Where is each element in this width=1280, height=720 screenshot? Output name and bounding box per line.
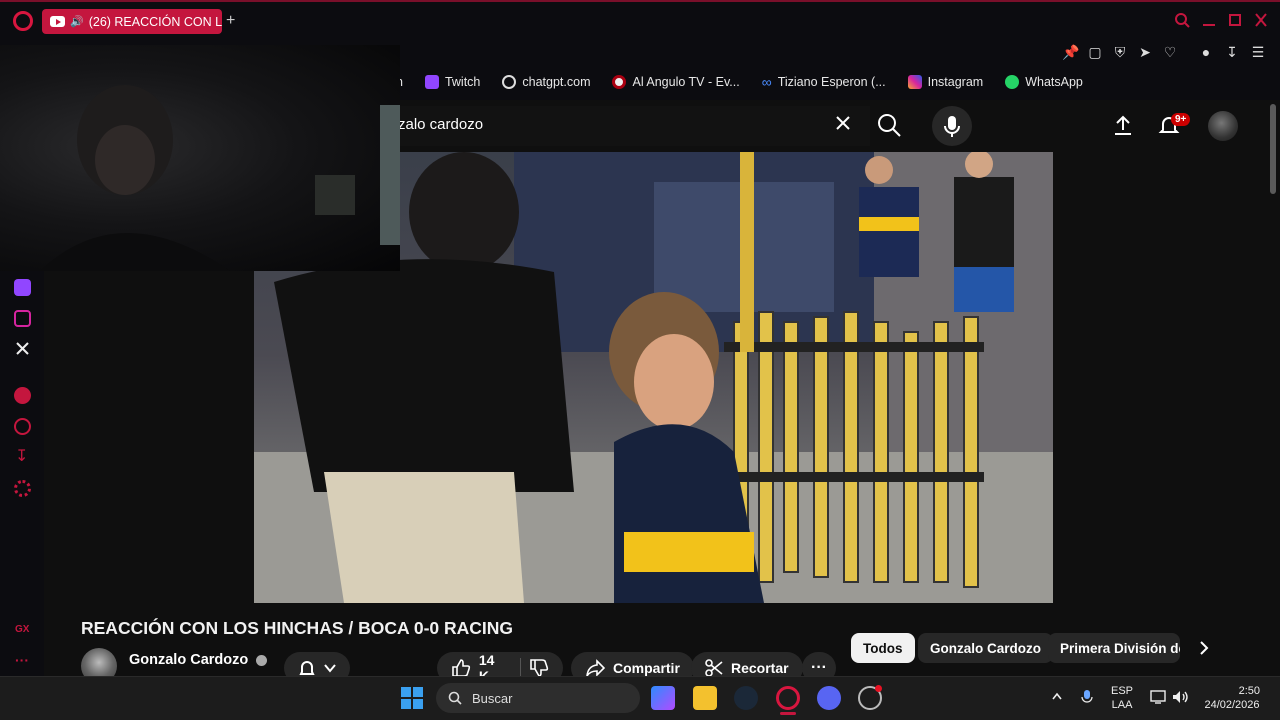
- notification-count-badge: 9+: [1171, 113, 1191, 126]
- file-explorer-icon[interactable]: [693, 686, 717, 710]
- opera-logo-icon[interactable]: [13, 11, 33, 31]
- twitch-icon: [424, 75, 439, 89]
- tab-title: (26) REACCIÓN CON LO: [88, 14, 222, 29]
- search-icon: [448, 691, 462, 705]
- notification-dot: [875, 685, 882, 692]
- youtube-favicon-icon: [50, 16, 65, 27]
- clear-search-icon[interactable]: [834, 114, 852, 132]
- chevron-right-icon[interactable]: [1196, 640, 1212, 656]
- taskbar-search[interactable]: Buscar: [436, 683, 640, 713]
- chatgpt-icon: [502, 75, 517, 89]
- soccer-ball-icon: [612, 75, 627, 89]
- chip-channel[interactable]: Gonzalo Cardozo: [918, 633, 1053, 663]
- whatsapp-icon: [1005, 75, 1020, 89]
- sidebar-x-icon[interactable]: [15, 341, 30, 356]
- bookmark-list: n Twitch chatgpt.com Al Angulo TV - Ev..…: [396, 74, 1083, 90]
- more-horizontal-icon: ···: [811, 659, 827, 676]
- speaker-icon: 🔊: [70, 16, 84, 28]
- sidebar-gx-icon[interactable]: GX: [15, 624, 29, 635]
- sidebar-twitch-icon[interactable]: [14, 279, 31, 296]
- sidebar-history-icon[interactable]: [14, 418, 31, 435]
- search-tabs-icon[interactable]: [1174, 12, 1190, 28]
- bookmark-whatsapp[interactable]: WhatsApp: [1005, 74, 1083, 90]
- meta-icon: ∞: [761, 74, 772, 90]
- chevron-up-icon[interactable]: [1051, 691, 1063, 703]
- thumbs-down-icon[interactable]: [529, 658, 549, 678]
- maximize-icon[interactable]: [1228, 12, 1242, 28]
- close-window-icon[interactable]: [1254, 12, 1268, 28]
- chip-primera-division[interactable]: Primera División de: [1048, 633, 1180, 663]
- download-icon[interactable]: ↧: [1224, 44, 1240, 60]
- page-scrollbar[interactable]: [1270, 104, 1276, 194]
- active-app-indicator: [780, 712, 796, 715]
- video-title: REACCIÓN CON LOS HINCHAS / BOCA 0-0 RACI…: [81, 618, 514, 638]
- microphone-icon[interactable]: [1081, 689, 1093, 705]
- network-icon[interactable]: [1150, 689, 1166, 705]
- bookmark-instagram[interactable]: Instagram: [907, 74, 983, 90]
- sidebar-spotify-icon[interactable]: [14, 387, 31, 404]
- discord-icon[interactable]: [817, 686, 841, 710]
- microphone-icon: [944, 116, 960, 137]
- clock[interactable]: 2:50 24/02/2026: [1202, 684, 1262, 712]
- send-icon[interactable]: ➤: [1137, 44, 1153, 60]
- bookmark-chatgpt[interactable]: chatgpt.com: [502, 74, 590, 90]
- chevron-down-icon: [324, 664, 336, 673]
- divider: [520, 658, 522, 678]
- webcam-overlay: [0, 45, 400, 271]
- sidebar-more-icon[interactable]: ···: [15, 652, 29, 668]
- sidebar-instagram-icon[interactable]: [14, 310, 31, 327]
- steam-icon[interactable]: [734, 686, 758, 710]
- bookmark-tiziano[interactable]: ∞ Tiziano Esperon (...: [762, 74, 886, 90]
- scissors-icon: [705, 659, 723, 677]
- menu-icon[interactable]: ☰: [1250, 44, 1266, 60]
- volume-icon[interactable]: [1172, 689, 1190, 705]
- profile-icon[interactable]: ●: [1198, 44, 1214, 60]
- search-icon[interactable]: [874, 110, 904, 140]
- shield-icon[interactable]: ⛨: [1112, 44, 1128, 60]
- bookmark-twitch[interactable]: Twitch: [424, 74, 480, 90]
- input-language[interactable]: ESP LAA: [1111, 684, 1133, 712]
- browser-tab-active[interactable]: 🔊 (26) REACCIÓN CON LO: [42, 9, 222, 34]
- microsoft-store-icon[interactable]: [651, 686, 675, 710]
- share-icon: [586, 659, 605, 677]
- sidebar-settings-icon[interactable]: [14, 480, 31, 497]
- instagram-icon: [907, 75, 922, 89]
- windows-start-icon[interactable]: [401, 687, 423, 709]
- voice-search-button[interactable]: [932, 106, 972, 146]
- bell-icon: [299, 661, 315, 675]
- upload-icon[interactable]: [1112, 114, 1134, 136]
- channel-name[interactable]: Gonzalo Cardozo: [129, 652, 268, 668]
- search-input[interactable]: zalo cardozo: [390, 106, 870, 146]
- chip-all[interactable]: Todos: [851, 633, 915, 663]
- opera-gx-taskbar-icon[interactable]: [776, 686, 800, 710]
- webcam-frame: [40, 85, 400, 271]
- new-tab-button[interactable]: +: [226, 12, 235, 30]
- heart-icon[interactable]: ♡: [1162, 44, 1178, 60]
- bookmark-al-angulo[interactable]: Al Angulo TV - Ev...: [612, 74, 740, 90]
- account-avatar[interactable]: [1208, 111, 1238, 141]
- pin-icon[interactable]: 📌: [1062, 44, 1079, 60]
- sidebar-downloads-icon[interactable]: ↧: [15, 446, 28, 466]
- verified-badge-icon: [256, 654, 268, 666]
- snapshot-icon[interactable]: ▢: [1087, 44, 1103, 60]
- thumbs-up-icon: [452, 659, 471, 677]
- minimize-icon[interactable]: [1202, 12, 1216, 28]
